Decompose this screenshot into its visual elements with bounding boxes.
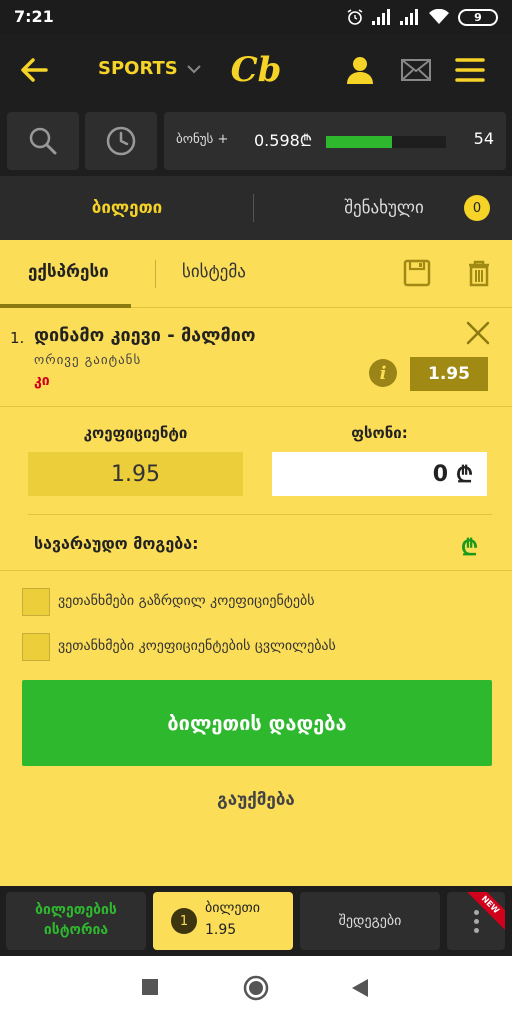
bonus-panel[interactable]: ბონუს + 0.598₾ 54: [164, 112, 506, 170]
brand-logo[interactable]: Cb: [226, 48, 286, 92]
bonus-progress-bar: [326, 136, 446, 148]
bonus-value: 0.598₾: [254, 131, 313, 150]
bet-market: ორივე გაიტანს: [34, 353, 142, 368]
ticket-history-button[interactable]: ბილეთების ისტორია: [6, 892, 146, 950]
history-button[interactable]: [85, 112, 157, 170]
ticket-history-line1: ბილეთების: [35, 902, 117, 918]
search-icon: [29, 127, 57, 155]
potential-win-currency-icon: ₾: [461, 536, 478, 561]
battery-level: 9: [474, 10, 482, 24]
stake-input[interactable]: 0 ₾: [272, 452, 487, 496]
recents-icon[interactable]: [141, 978, 159, 996]
chevron-down-icon: [187, 64, 201, 73]
tab-ticket[interactable]: ბილეთი: [0, 176, 254, 240]
place-bet-button[interactable]: ბილეთის დადება: [22, 680, 492, 766]
tab-system[interactable]: სისტემა: [182, 262, 246, 282]
results-button[interactable]: შედეგები: [300, 892, 440, 950]
user-icon[interactable]: [344, 54, 376, 86]
signal-icon-2: [400, 9, 420, 25]
betslip-panel: ექსპრესი სისტემა 1. დინამო კიევი - მალმი…: [0, 240, 512, 886]
tools-row: ბონუს + 0.598₾ 54: [0, 106, 512, 176]
betslip-button[interactable]: 1 ბილეთი 1.95: [153, 892, 293, 950]
bonus-label: ბონუს +: [176, 132, 229, 147]
status-icons: 9: [346, 7, 498, 27]
more-vertical-icon: [473, 909, 479, 933]
betslip-tabs: ბილეთი შენახული 0: [0, 176, 512, 240]
alarm-icon: [347, 9, 363, 25]
bet-pick: კი: [34, 373, 50, 389]
bet-odds: 1.95: [410, 357, 488, 391]
subtab-divider: [155, 260, 156, 288]
stake-value: 0: [432, 461, 449, 487]
tab-divider: [253, 194, 254, 222]
save-icon[interactable]: [402, 258, 432, 288]
more-button[interactable]: NEW: [447, 892, 505, 950]
potential-win-label: სავარაუდო მოგება:: [34, 534, 199, 553]
battery-icon: 9: [458, 8, 498, 26]
search-button[interactable]: [7, 112, 79, 170]
ticket-history-line2: ისტორია: [43, 922, 109, 938]
betslip-count-badge: 1: [171, 908, 197, 934]
back-icon[interactable]: [351, 978, 369, 998]
bet-index: 1.: [10, 329, 25, 347]
bet-item: 1. დინამო კიევი - მალმიო ორივე გაიტანს კ…: [0, 309, 512, 407]
bonus-progress-fill: [326, 136, 392, 148]
back-arrow-icon[interactable]: [18, 54, 50, 86]
betslip-odds: 1.95: [205, 922, 237, 938]
bet-match: დინამო კიევი - მალმიო: [34, 325, 256, 346]
info-icon[interactable]: i: [369, 359, 397, 387]
bottom-nav: ბილეთების ისტორია 1 ბილეთი 1.95 შედეგები…: [0, 886, 512, 956]
wifi-icon: [429, 9, 449, 24]
status-bar: 7:21 9: [0, 0, 512, 34]
divider: [28, 514, 492, 515]
status-time: 7:21: [14, 7, 54, 26]
coef-label: კოეფიციენტი: [83, 424, 188, 442]
divider-2: [0, 570, 512, 571]
signal-icon: [372, 9, 392, 25]
sports-label: SPORTS: [98, 58, 178, 79]
home-icon[interactable]: [243, 975, 269, 1001]
saved-count-badge: 0: [464, 195, 490, 221]
trash-icon[interactable]: [464, 258, 494, 288]
coef-value: 1.95: [28, 452, 243, 496]
app-header: SPORTS Cb: [0, 34, 512, 106]
new-badge: NEW: [464, 892, 505, 931]
sports-dropdown[interactable]: SPORTS: [98, 58, 202, 79]
betslip-label: ბილეთი: [205, 900, 260, 916]
bonus-count: 54: [473, 129, 494, 148]
active-tab-underline: [0, 304, 131, 308]
accept-odds-change-checkbox[interactable]: [22, 633, 50, 661]
system-nav-bar: [0, 956, 512, 1024]
accept-increased-odds-label: ვეთანხმები გაზრდილ კოეფიციენტებს: [58, 593, 315, 609]
menu-icon[interactable]: [454, 54, 486, 86]
mail-icon[interactable]: [400, 54, 432, 86]
accept-odds-change-label: ვეთანხმები კოეფიციენტების ცვლილებას: [58, 638, 336, 654]
cancel-button[interactable]: გაუქმება: [0, 790, 512, 810]
close-icon[interactable]: [464, 319, 492, 347]
ticket-type-tabs: ექსპრესი სისტემა: [0, 240, 512, 308]
stake-label: ფსონი:: [351, 424, 408, 442]
tab-express[interactable]: ექსპრესი: [28, 262, 109, 282]
clock-icon: [106, 126, 136, 156]
currency-icon: ₾: [456, 463, 473, 488]
accept-increased-odds-checkbox[interactable]: [22, 588, 50, 616]
